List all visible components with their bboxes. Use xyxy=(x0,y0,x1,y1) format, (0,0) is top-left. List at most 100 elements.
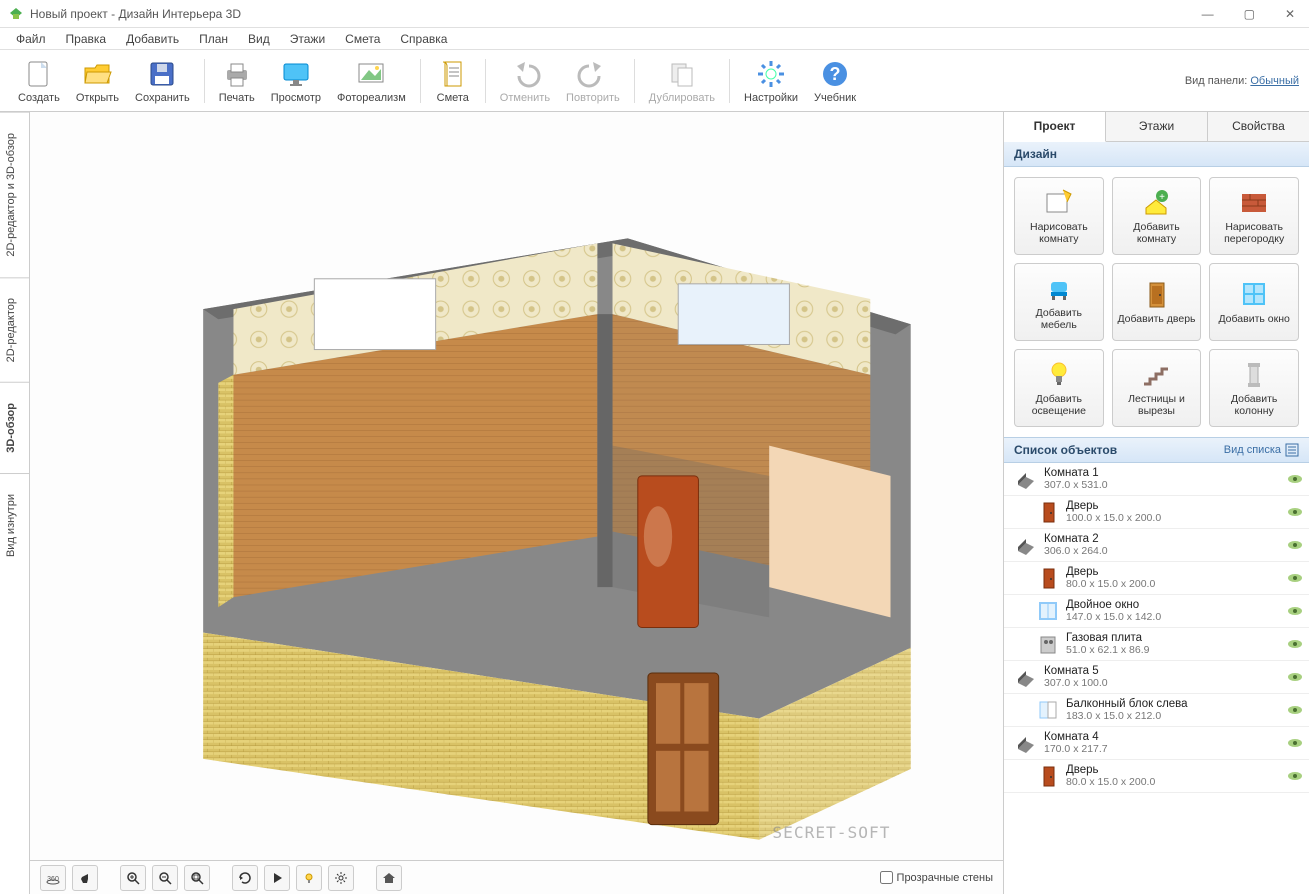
btn-partition[interactable]: Нарисовать перегородку xyxy=(1209,177,1299,255)
minimize-button[interactable]: — xyxy=(1196,5,1220,23)
menu-view[interactable]: Вид xyxy=(240,30,278,48)
tab-inside[interactable]: Вид изнутри xyxy=(0,473,29,577)
btn-lighting[interactable]: Добавить освещение xyxy=(1014,349,1104,427)
transparent-walls-checkbox[interactable]: Прозрачные стены xyxy=(880,871,993,884)
toolbar-preview[interactable]: Просмотр xyxy=(263,56,329,106)
menubar: Файл Правка Добавить План Вид Этажи Смет… xyxy=(0,28,1309,50)
object-row[interactable]: Комната 2 306.0 x 264.0 xyxy=(1004,529,1309,562)
zoom-out-button[interactable] xyxy=(152,865,178,891)
right-panel: Проект Этажи Свойства Дизайн Нарисовать … xyxy=(1003,112,1309,894)
btn-stairs[interactable]: Лестницы и вырезы xyxy=(1112,349,1202,427)
toolbar: Создать Открыть Сохранить Печать Просмот… xyxy=(0,50,1309,112)
menu-edit[interactable]: Правка xyxy=(58,30,115,48)
reset-view-button[interactable] xyxy=(232,865,258,891)
maximize-button[interactable]: ▢ xyxy=(1238,5,1261,23)
zoom-in-button[interactable] xyxy=(120,865,146,891)
visibility-toggle[interactable] xyxy=(1287,638,1303,650)
toolbar-open[interactable]: Открыть xyxy=(68,56,127,106)
3d-canvas[interactable]: SECRET-SOFT xyxy=(30,112,1003,860)
view-settings-button[interactable] xyxy=(328,865,354,891)
pan-button[interactable] xyxy=(72,865,98,891)
visibility-toggle[interactable] xyxy=(1287,770,1303,782)
menu-plan[interactable]: План xyxy=(191,30,236,48)
toolbar-new[interactable]: Создать xyxy=(10,56,68,106)
home-button[interactable] xyxy=(376,865,402,891)
object-name: Дверь xyxy=(1066,566,1287,578)
rtab-properties[interactable]: Свойства xyxy=(1208,112,1309,141)
window-icon xyxy=(1238,278,1270,310)
btn-add-room[interactable]: +Добавить комнату xyxy=(1112,177,1202,255)
tab-2d-3d[interactable]: 2D-редактор и 3D-обзор xyxy=(0,112,29,277)
menu-file[interactable]: Файл xyxy=(8,30,54,48)
lighting-icon xyxy=(1043,358,1075,390)
toolbar-tutorial[interactable]: ?Учебник xyxy=(806,56,864,106)
window-icon xyxy=(1036,599,1060,623)
panel-mode-link[interactable]: Обычный xyxy=(1250,75,1299,87)
visibility-toggle[interactable] xyxy=(1287,572,1303,584)
monitor-icon xyxy=(280,58,312,90)
rtab-project[interactable]: Проект xyxy=(1004,112,1106,142)
object-row[interactable]: Комната 1 307.0 x 531.0 xyxy=(1004,463,1309,496)
toolbar-print[interactable]: Печать xyxy=(211,56,263,106)
duplicate-icon xyxy=(666,58,698,90)
object-row[interactable]: Дверь 80.0 x 15.0 x 200.0 xyxy=(1004,562,1309,595)
tab-3d[interactable]: 3D-обзор xyxy=(0,382,29,473)
object-dims: 147.0 x 15.0 x 142.0 xyxy=(1066,611,1287,623)
furniture-icon xyxy=(1043,272,1075,304)
toolbar-save[interactable]: Сохранить xyxy=(127,56,198,106)
draw-room-icon xyxy=(1043,186,1075,218)
toolbar-settings[interactable]: Настройки xyxy=(736,56,806,106)
object-row[interactable]: Балконный блок слева 183.0 x 15.0 x 212.… xyxy=(1004,694,1309,727)
object-dims: 306.0 x 264.0 xyxy=(1044,545,1287,557)
close-button[interactable]: ✕ xyxy=(1279,5,1301,23)
tab-2d[interactable]: 2D-редактор xyxy=(0,277,29,382)
rtab-floors[interactable]: Этажи xyxy=(1106,112,1208,141)
room-icon xyxy=(1014,731,1038,755)
toolbar-duplicate[interactable]: Дублировать xyxy=(641,56,723,106)
object-dims: 51.0 x 62.1 x 86.9 xyxy=(1066,644,1287,656)
visibility-toggle[interactable] xyxy=(1287,737,1303,749)
object-name: Комната 4 xyxy=(1044,731,1287,743)
rotate-360-button[interactable]: 360 xyxy=(40,865,66,891)
object-name: Газовая плита xyxy=(1066,632,1287,644)
btn-draw-room[interactable]: Нарисовать комнату xyxy=(1014,177,1104,255)
btn-window[interactable]: Добавить окно xyxy=(1209,263,1299,341)
play-button[interactable] xyxy=(264,865,290,891)
visibility-toggle[interactable] xyxy=(1287,704,1303,716)
object-dims: 183.0 x 15.0 x 212.0 xyxy=(1066,710,1287,722)
list-view-mode[interactable]: Вид списка xyxy=(1224,443,1299,457)
visibility-toggle[interactable] xyxy=(1287,539,1303,551)
visibility-toggle[interactable] xyxy=(1287,671,1303,683)
save-icon xyxy=(146,58,178,90)
toolbar-estimate[interactable]: Смета xyxy=(427,56,479,106)
right-tabs: Проект Этажи Свойства xyxy=(1004,112,1309,142)
object-row[interactable]: Дверь 80.0 x 15.0 x 200.0 xyxy=(1004,760,1309,793)
object-row[interactable]: Газовая плита 51.0 x 62.1 x 86.9 xyxy=(1004,628,1309,661)
zoom-fit-button[interactable] xyxy=(184,865,210,891)
menu-estimate[interactable]: Смета xyxy=(337,30,388,48)
menu-add[interactable]: Добавить xyxy=(118,30,187,48)
toolbar-photorealism[interactable]: Фотореализм xyxy=(329,56,414,106)
object-row[interactable]: Дверь 100.0 x 15.0 x 200.0 xyxy=(1004,496,1309,529)
btn-furniture[interactable]: Добавить мебель xyxy=(1014,263,1104,341)
object-name: Комната 1 xyxy=(1044,467,1287,479)
window-title: Новый проект - Дизайн Интерьера 3D xyxy=(30,7,1196,21)
light-button[interactable] xyxy=(296,865,322,891)
menu-floors[interactable]: Этажи xyxy=(282,30,333,48)
object-row[interactable]: Двойное окно 147.0 x 15.0 x 142.0 xyxy=(1004,595,1309,628)
toolbar-redo[interactable]: Повторить xyxy=(558,56,628,106)
btn-column[interactable]: Добавить колонну xyxy=(1209,349,1299,427)
object-row[interactable]: Комната 4 170.0 x 217.7 xyxy=(1004,727,1309,760)
room-icon xyxy=(1014,533,1038,557)
visibility-toggle[interactable] xyxy=(1287,506,1303,518)
object-row[interactable]: Комната 5 307.0 x 100.0 xyxy=(1004,661,1309,694)
visibility-toggle[interactable] xyxy=(1287,605,1303,617)
redo-icon xyxy=(577,58,609,90)
object-dims: 170.0 x 217.7 xyxy=(1044,743,1287,755)
svg-text:+: + xyxy=(1160,192,1166,203)
menu-help[interactable]: Справка xyxy=(392,30,455,48)
btn-door[interactable]: Добавить дверь xyxy=(1112,263,1202,341)
toolbar-undo[interactable]: Отменить xyxy=(492,56,558,106)
design-grid: Нарисовать комнату +Добавить комнату Нар… xyxy=(1004,167,1309,437)
visibility-toggle[interactable] xyxy=(1287,473,1303,485)
